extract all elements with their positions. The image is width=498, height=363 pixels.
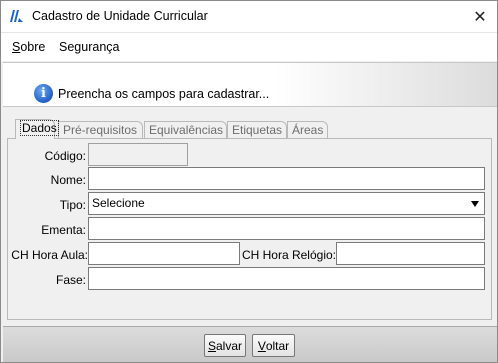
tab-dados[interactable]: Dados bbox=[15, 119, 59, 139]
tab-areas[interactable]: Áreas bbox=[287, 121, 328, 138]
fase-label: Fase: bbox=[55, 273, 86, 287]
logo-icon bbox=[10, 10, 23, 22]
tab-pre-requisitos[interactable]: Pré-requisitos bbox=[58, 121, 143, 138]
button-bar: Salvar Voltar bbox=[3, 326, 497, 362]
window-title: Cadastro de Unidade Curricular bbox=[32, 9, 208, 23]
menu-bar: Sobre Segurança bbox=[1, 32, 497, 61]
title-bar[interactable]: Cadastro de Unidade Curricular ✕ bbox=[1, 1, 497, 32]
info-icon: i bbox=[34, 84, 53, 103]
fase-field[interactable] bbox=[88, 267, 485, 290]
info-message: Preencha os campos para cadastrar... bbox=[58, 87, 270, 101]
tipo-label: Tipo: bbox=[59, 198, 86, 212]
tab-bar: Pré-requisitos Equivalências Etiquetas Á… bbox=[11, 119, 491, 139]
menu-sobre[interactable]: Sobre bbox=[12, 40, 45, 54]
ementa-field[interactable] bbox=[88, 217, 485, 240]
back-button[interactable]: Voltar bbox=[252, 334, 295, 357]
codigo-label: Código: bbox=[44, 149, 86, 163]
dialog-window: Cadastro de Unidade Curricular ✕ Sobre S… bbox=[0, 0, 498, 363]
save-button[interactable]: Salvar bbox=[204, 334, 246, 357]
ch-hora-aula-label: CH Hora Aula: bbox=[11, 248, 88, 262]
ch-hora-relogio-field[interactable] bbox=[336, 242, 485, 265]
ch-hora-relogio-label: CH Hora Relógio: bbox=[241, 248, 336, 262]
tipo-select[interactable]: Selecione bbox=[88, 192, 485, 215]
chevron-down-icon[interactable] bbox=[471, 201, 479, 207]
ementa-label: Ementa: bbox=[41, 223, 86, 237]
ch-hora-aula-field[interactable] bbox=[88, 242, 240, 265]
close-button[interactable]: ✕ bbox=[463, 1, 497, 32]
nome-field[interactable] bbox=[88, 167, 485, 190]
menu-seguranca[interactable]: Segurança bbox=[59, 40, 119, 54]
info-header: i Preencha os campos para cadastrar... bbox=[3, 62, 497, 107]
tipo-selected-value: Selecione bbox=[92, 196, 145, 210]
nome-label: Nome: bbox=[50, 173, 86, 187]
tab-equivalencias[interactable]: Equivalências bbox=[144, 121, 227, 138]
codigo-field[interactable] bbox=[88, 143, 188, 166]
tab-panel-dados: Código: Nome: Tipo: Selecione Ementa: CH… bbox=[7, 138, 492, 320]
close-icon: ✕ bbox=[473, 8, 487, 26]
tab-etiquetas[interactable]: Etiquetas bbox=[227, 121, 287, 138]
